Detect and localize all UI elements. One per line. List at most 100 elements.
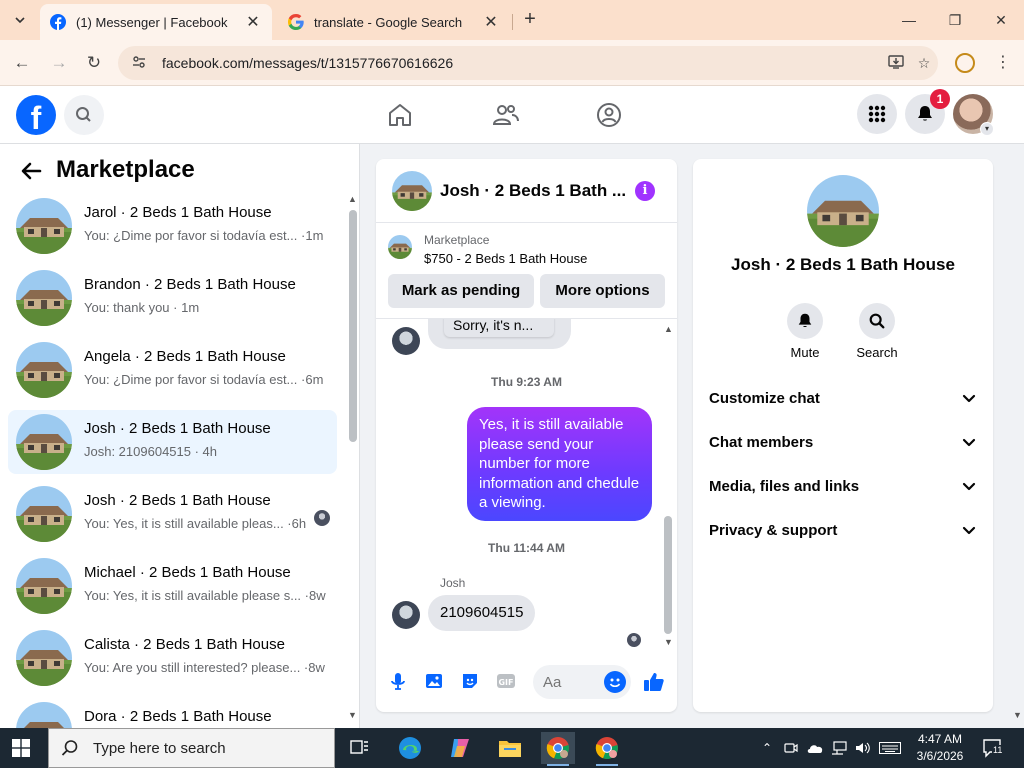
tab-close-icon[interactable]: ✕ [482,12,500,32]
info-section-row[interactable]: Chat members [709,421,977,465]
gif-icon[interactable]: GIF [495,671,517,693]
browser-menu-icon[interactable]: ⋮ [995,52,1011,72]
forward-icon[interactable]: → [48,52,70,74]
tab-search-menu-icon[interactable] [8,8,32,32]
marketplace-conversation-list: Marketplace Jarol · 2 Beds 1 Bath House Y… [0,144,360,728]
menu-grid-icon[interactable] [857,94,897,134]
conversation-item[interactable]: Brandon · 2 Beds 1 Bath House You: thank … [8,266,337,330]
info-icon[interactable]: i [635,181,655,201]
conversation-name: Josh · 2 Beds 1 Bath House [84,420,271,437]
my-message-bubble[interactable]: Yes, it is still available please send y… [467,407,652,521]
listing-small-thumbnail[interactable] [388,235,412,259]
sender-avatar[interactable] [392,327,420,355]
conversation-item[interactable]: Jarol · 2 Beds 1 Bath House You: ¿Dime po… [8,194,337,258]
tab-close-icon[interactable]: ✕ [244,12,262,32]
back-arrow-icon[interactable] [20,160,42,189]
chrome-icon[interactable] [590,732,624,766]
search-label: Search [856,345,898,360]
account-chevron-down-icon[interactable]: ▾ [980,122,994,136]
browser-tab-strip: (1) Messenger | Facebook ✕ translate - G… [0,0,1024,40]
search-icon [859,303,895,339]
windows-start-icon[interactable] [12,739,30,757]
copilot-icon[interactable] [443,732,477,764]
onedrive-icon[interactable] [805,728,825,768]
keyboard-icon[interactable] [877,728,903,768]
listing-large-thumbnail[interactable] [807,175,879,247]
edge-browser-icon[interactable] [393,732,427,764]
system-clock[interactable]: 4:47 AM 3/6/2026 [908,731,972,765]
chat-scrollbar[interactable]: ▲ ▼ [663,324,673,649]
info-section-row[interactable]: Media, files and links [709,465,977,509]
emoji-icon[interactable] [604,671,626,693]
volume-icon[interactable] [853,728,873,768]
mute-button[interactable]: Mute [775,303,835,360]
install-app-icon[interactable] [882,54,910,73]
conversation-item[interactable]: Josh · 2 Beds 1 Bath House Josh: 21096045… [8,410,337,474]
chat-panel: Josh · 2 Beds 1 Bath ... i Marketplace $… [376,159,677,712]
conversation-item[interactable]: Dora · 2 Beds 1 Bath House [8,698,337,728]
listing-price[interactable]: $750 - 2 Beds 1 Bath House [424,251,587,266]
conversation-snippet: You: ¿Dime por favor si todavía est... ·… [84,228,324,243]
conversation-item[interactable]: Michael · 2 Beds 1 Bath House You: Yes, i… [8,554,337,618]
search-conversation-button[interactable]: Search [847,303,907,360]
conversation-list-scrollbar[interactable]: ▲ ▼ [346,194,358,728]
sticker-icon[interactable] [459,671,481,693]
reload-icon[interactable]: ↻ [83,52,105,74]
chevron-down-icon [961,434,977,450]
microphone-icon[interactable] [387,671,409,693]
their-message-bubble[interactable]: 2109604515 [428,595,536,631]
chat-title[interactable]: Josh · 2 Beds 1 Bath ... [440,181,626,201]
page-scrollbar[interactable]: ▼ [1010,144,1024,728]
network-icon[interactable] [829,728,849,768]
conversation-item[interactable]: Josh · 2 Beds 1 Bath House You: Yes, it i… [8,482,337,546]
sender-name: Josh [440,576,466,590]
mark-as-pending-button[interactable]: Mark as pending [388,274,534,308]
bell-icon [787,303,823,339]
bookmark-star-icon[interactable]: ☆ [910,55,938,72]
photo-icon[interactable] [423,671,445,693]
conversation-item[interactable]: Calista · 2 Beds 1 Bath House You: Are yo… [8,626,337,690]
address-bar[interactable]: facebook.com/messages/t/1315776670616626… [118,46,938,80]
home-icon[interactable] [385,100,415,130]
info-section-row[interactable]: Customize chat [709,377,977,421]
info-section-label: Customize chat [709,390,820,407]
task-view-icon[interactable] [343,732,377,764]
conversation-snippet: You: Yes, it is still available please s… [84,588,326,603]
file-explorer-icon[interactable] [493,732,527,764]
chrome-icon-active[interactable] [541,732,575,766]
back-icon[interactable]: ← [11,52,33,74]
taskbar-search-box[interactable]: Type here to search [48,728,335,768]
minimize-icon[interactable]: — [894,8,924,32]
window-close-icon[interactable]: ✕ [986,8,1016,32]
groups-icon[interactable] [594,100,624,130]
facebook-header: f ▾ [0,86,1024,144]
conversation-snippet: Josh: 2109604515 · 4h [84,444,217,459]
listing-thumbnail[interactable] [392,171,432,211]
site-info-icon[interactable] [132,55,148,72]
new-tab-plus-icon[interactable]: + [518,8,542,32]
url-text[interactable]: facebook.com/messages/t/1315776670616626 [162,55,882,71]
friends-icon[interactable] [490,100,520,130]
restore-icon[interactable]: ❐ [940,8,970,32]
info-section-row[interactable]: Privacy & support [709,509,977,553]
listing-thumbnail [16,414,72,470]
scrollbar-thumb[interactable] [664,516,672,634]
conversation-item[interactable]: Angela · 2 Beds 1 Bath House You: ¿Dime p… [8,338,337,402]
more-options-button[interactable]: More options [540,274,665,308]
facebook-search-button[interactable] [64,95,104,135]
tab-google-translate[interactable]: translate - Google Search ✕ [278,4,510,40]
notification-center-icon[interactable]: 11 [982,738,1004,758]
browser-profile-icon[interactable] [955,53,975,73]
facebook-logo-icon[interactable]: f [16,95,56,135]
sender-avatar[interactable] [392,601,420,629]
windows-taskbar: Type here to search ⌃ 4:47 AM 3/6/2026 1… [0,728,1024,768]
listing-thumbnail [16,630,72,686]
scrollbar-thumb[interactable] [349,210,357,442]
thumbs-up-icon[interactable] [643,671,665,693]
listing-thumbnail [16,270,72,326]
message-bubble[interactable]: Sorry, it's n... [444,319,554,337]
meet-icon[interactable] [782,728,800,768]
show-hidden-icons-icon[interactable]: ⌃ [758,728,776,768]
tab-messenger[interactable]: (1) Messenger | Facebook ✕ [40,4,272,40]
clock-date: 3/6/2026 [916,749,964,763]
